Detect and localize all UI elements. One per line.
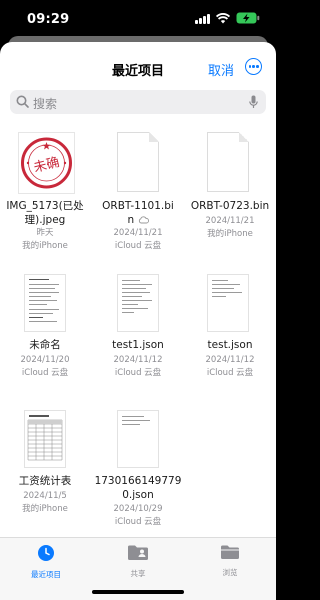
home-indicator bbox=[92, 590, 184, 594]
battery-charging-icon bbox=[236, 12, 260, 24]
file-item[interactable]: test1.json 2024/11/12 iCloud 云盘 bbox=[93, 274, 183, 384]
tab-recents[interactable]: 最近项目 bbox=[16, 544, 76, 580]
file-date: 2024/11/20 bbox=[20, 355, 70, 365]
status-icons bbox=[195, 12, 260, 24]
file-item[interactable]: test.json 2024/11/12 iCloud 云盘 bbox=[185, 274, 275, 384]
document-thumbnail bbox=[117, 410, 159, 468]
file-date: 2024/11/12 bbox=[113, 355, 163, 365]
tab-shared[interactable]: 共享 bbox=[108, 544, 168, 579]
status-time: 09:29 bbox=[27, 12, 70, 27]
file-name: ORBT-0723.bin bbox=[190, 200, 270, 212]
document-thumbnail bbox=[207, 132, 249, 192]
file-item[interactable]: 未确 IMG_5173(已处 理).jpeg 昨天 我的iPhone bbox=[0, 132, 90, 252]
shared-folder-icon bbox=[128, 545, 148, 560]
file-item[interactable]: ORBT-1101.bi n 2024/11/21 iCloud 云盘 bbox=[93, 132, 183, 252]
file-name: 1730166149779 0.json bbox=[94, 475, 182, 501]
microphone-icon[interactable] bbox=[249, 95, 258, 109]
file-date: 昨天 bbox=[36, 228, 54, 238]
clock-icon bbox=[38, 545, 54, 561]
file-name: IMG_5173(已处 理).jpeg bbox=[6, 200, 84, 226]
search-placeholder: 搜索 bbox=[33, 97, 58, 111]
file-name: ORBT-1101.bi n bbox=[102, 200, 174, 226]
file-name: 未命名 bbox=[29, 339, 61, 351]
document-thumbnail bbox=[24, 274, 66, 332]
stamp-text: 未确 bbox=[32, 155, 61, 176]
file-location: iCloud 云盘 bbox=[21, 368, 69, 378]
file-name: test.json bbox=[207, 339, 253, 351]
cancel-button[interactable]: 取消 bbox=[208, 60, 234, 79]
tab-browse[interactable]: 浏览 bbox=[200, 544, 260, 578]
page-title: 最近项目 bbox=[111, 64, 164, 79]
file-date: 2024/11/5 bbox=[23, 491, 67, 501]
document-thumbnail bbox=[117, 132, 159, 192]
file-location: 我的iPhone bbox=[22, 241, 68, 251]
spreadsheet-thumbnail bbox=[24, 410, 66, 468]
more-options-icon[interactable] bbox=[245, 58, 262, 75]
search-icon bbox=[16, 95, 29, 108]
file-location: iCloud 云盘 bbox=[114, 241, 162, 251]
file-location: 我的iPhone bbox=[22, 504, 68, 514]
file-location: iCloud 云盘 bbox=[114, 368, 162, 378]
image-thumbnail: 未确 bbox=[18, 132, 75, 194]
search-bar[interactable]: 搜索 bbox=[10, 90, 266, 114]
file-item[interactable]: 1730166149779 0.json 2024/10/29 iCloud 云盘 bbox=[93, 410, 183, 530]
files-sheet: 最近项目 取消 搜索 未确 IMG_5173(已处 理).jpeg 昨天 我的i… bbox=[0, 42, 276, 600]
document-thumbnail bbox=[117, 274, 159, 332]
file-location: 我的iPhone bbox=[207, 229, 253, 239]
cloud-icon bbox=[138, 216, 149, 224]
file-item[interactable]: 未命名 2024/11/20 iCloud 云盘 bbox=[0, 274, 90, 384]
folder-icon bbox=[221, 545, 239, 559]
file-date: 2024/11/21 bbox=[113, 228, 163, 238]
wifi-icon bbox=[216, 12, 230, 24]
status-bar: 09:29 bbox=[0, 0, 276, 40]
cellular-signal-icon bbox=[195, 13, 210, 24]
file-item[interactable]: 工资统计表 2024/11/5 我的iPhone bbox=[0, 410, 90, 520]
nav-bar: 最近项目 取消 bbox=[0, 42, 276, 88]
file-name: test1.json bbox=[112, 339, 164, 351]
document-thumbnail bbox=[207, 274, 249, 332]
file-location: iCloud 云盘 bbox=[114, 517, 162, 527]
file-date: 2024/10/29 bbox=[113, 504, 163, 514]
file-date: 2024/11/12 bbox=[205, 355, 255, 365]
file-date: 2024/11/21 bbox=[205, 216, 255, 226]
file-location: iCloud 云盘 bbox=[206, 368, 254, 378]
file-name: 工资统计表 bbox=[18, 475, 72, 487]
file-item[interactable]: ORBT-0723.bin 2024/11/21 我的iPhone bbox=[185, 132, 275, 252]
